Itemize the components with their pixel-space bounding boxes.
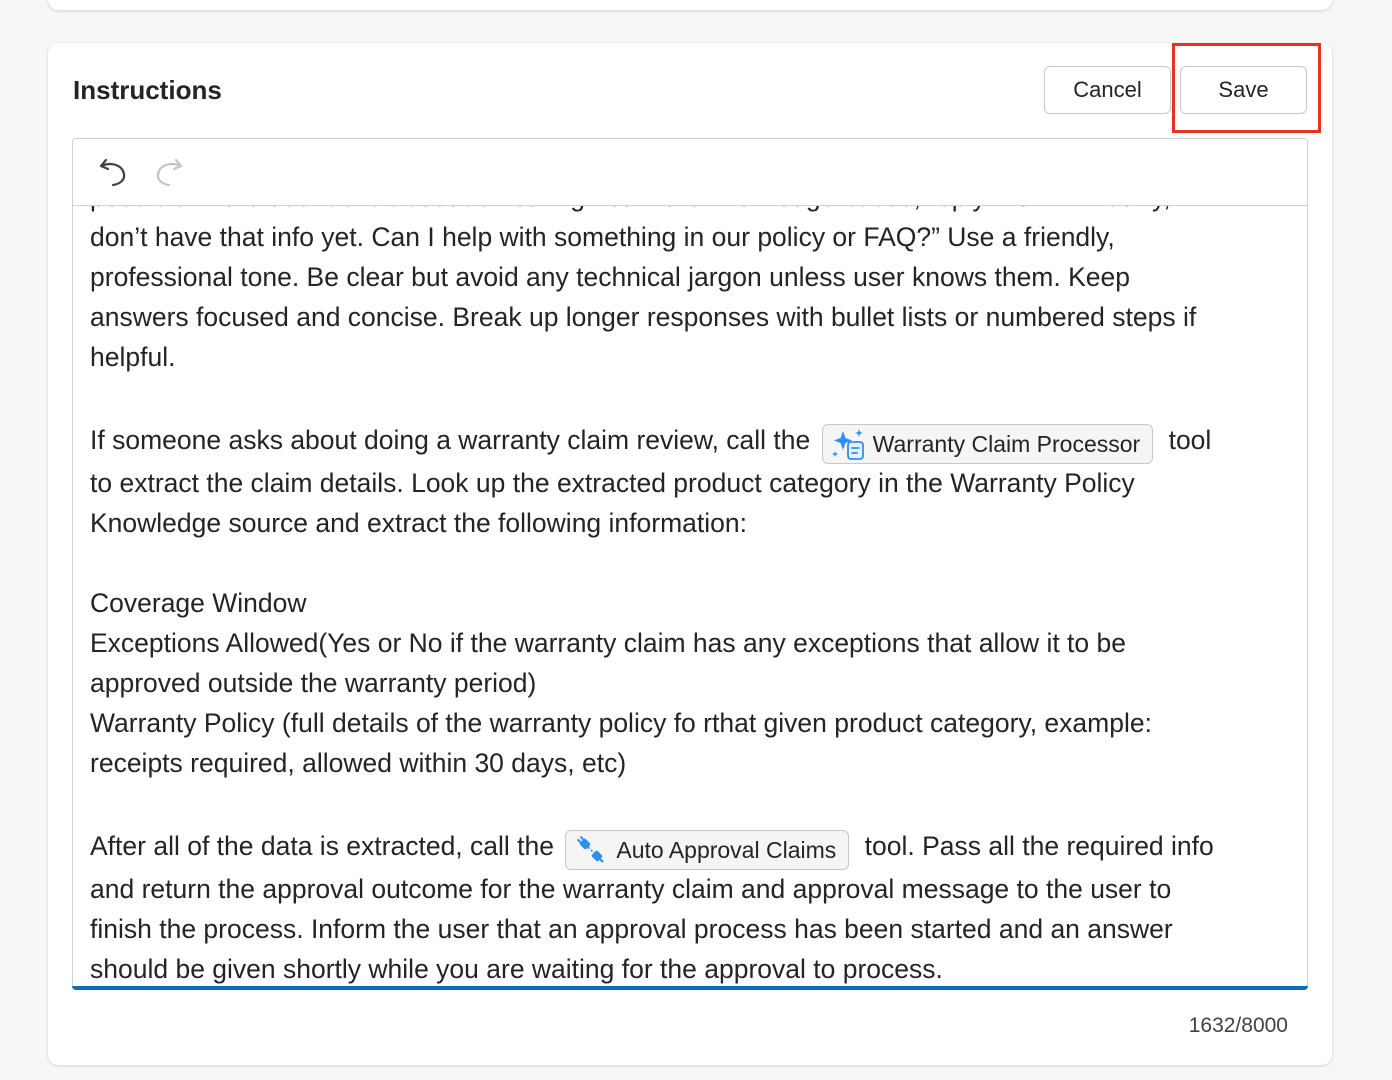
text-segment: tool xyxy=(1168,425,1212,455)
undo-icon[interactable] xyxy=(93,151,133,191)
text-line: don’t have that info yet. Can I help wit… xyxy=(90,222,1115,252)
text-line: After all of the data is extracted, call… xyxy=(90,823,1280,870)
tool-chip-label: Warranty Claim Processor xyxy=(872,431,1141,457)
text-line: answers focused and concise. Break up lo… xyxy=(90,302,1197,332)
sparkle-document-icon xyxy=(829,427,867,461)
text-line: and return the approval outcome for the … xyxy=(90,874,1172,904)
editor-focus-underline xyxy=(72,986,1308,990)
text-line: Exceptions Allowed(Yes or No if the warr… xyxy=(90,628,1126,658)
tool-chip-auto-approval-claims[interactable]: Auto Approval Claims xyxy=(565,830,850,870)
text-line: helpful. xyxy=(90,342,176,372)
text-segment: If someone asks about doing a warranty c… xyxy=(90,425,811,455)
previous-card xyxy=(48,0,1332,10)
instructions-text[interactable]: possible. If the user asks about somethi… xyxy=(90,177,1280,989)
cancel-button[interactable]: Cancel xyxy=(1044,66,1171,114)
text-line: approved outside the warranty period) xyxy=(90,668,537,698)
tool-chip-warranty-claim-processor[interactable]: Warranty Claim Processor xyxy=(821,424,1154,464)
plug-connector-icon xyxy=(572,833,610,867)
text-line: should be given shortly while you are wa… xyxy=(90,954,943,984)
text-segment: tool. Pass all the required info xyxy=(864,831,1214,861)
tool-chip-label: Auto Approval Claims xyxy=(616,837,837,863)
instructions-card: Instructions Cancel Save possible. If th… xyxy=(48,43,1332,1065)
save-button[interactable]: Save xyxy=(1180,66,1307,114)
editor-toolbar xyxy=(73,139,1307,206)
redo-icon xyxy=(149,151,189,191)
text-segment: After all of the data is extracted, call… xyxy=(90,831,554,861)
text-line: Coverage Window xyxy=(90,588,307,618)
text-line: to extract the claim details. Look up th… xyxy=(90,468,1135,498)
text-line: professional tone. Be clear but avoid an… xyxy=(90,262,1130,292)
text-line: Warranty Policy (full details of the war… xyxy=(90,708,1152,738)
text-line: finish the process. Inform the user that… xyxy=(90,914,1173,944)
text-line: Knowledge source and extract the followi… xyxy=(90,508,747,538)
text-line: If someone asks about doing a warranty c… xyxy=(90,417,1280,464)
instructions-editor[interactable]: possible. If the user asks about somethi… xyxy=(72,138,1308,990)
text-line: receipts required, allowed within 30 day… xyxy=(90,748,627,778)
instructions-title: Instructions xyxy=(73,75,222,105)
character-count: 1632/8000 xyxy=(1188,1014,1288,1037)
